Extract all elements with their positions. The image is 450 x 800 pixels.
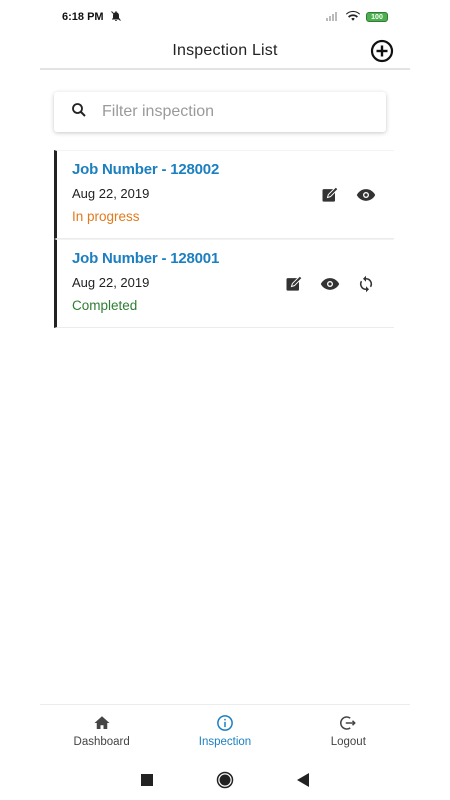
inspection-card[interactable]: Job Number - 128001 Aug 22, 2019 Complet…	[54, 239, 394, 328]
nav-item-inspection[interactable]: Inspection	[170, 713, 280, 748]
search-input[interactable]	[102, 103, 386, 121]
add-inspection-button[interactable]	[370, 39, 394, 63]
card-actions	[320, 185, 376, 205]
inspection-list: Job Number - 128002 Aug 22, 2019 In prog…	[54, 150, 394, 328]
inspection-card[interactable]: Job Number - 128002 Aug 22, 2019 In prog…	[54, 150, 394, 239]
nav-label-dashboard: Dashboard	[73, 736, 130, 748]
page-title: Inspection List	[172, 42, 278, 59]
recents-button[interactable]	[138, 771, 156, 789]
edit-icon[interactable]	[284, 274, 304, 294]
do-not-disturb-icon	[110, 10, 122, 25]
home-icon	[92, 713, 112, 733]
status-left: 6:18 PM	[62, 10, 122, 25]
wifi-icon	[346, 10, 360, 24]
app-bar: Inspection List	[40, 34, 410, 70]
job-status: Completed	[72, 298, 138, 313]
job-title[interactable]: Job Number - 128001	[72, 250, 394, 267]
nav-item-logout[interactable]: Logout	[293, 713, 403, 748]
card-actions	[284, 274, 376, 294]
status-bar: 6:18 PM 100	[0, 0, 450, 34]
job-status: In progress	[72, 209, 140, 224]
job-title[interactable]: Job Number - 128002	[72, 161, 394, 178]
screen: 6:18 PM 100 Inspection List Filter inspe…	[0, 0, 450, 800]
nav-label-logout: Logout	[330, 736, 366, 748]
sync-icon[interactable]	[356, 274, 376, 294]
search-box[interactable]	[54, 92, 386, 132]
system-nav	[0, 760, 450, 800]
back-button[interactable]	[294, 771, 312, 789]
search-icon	[70, 101, 88, 124]
square-icon	[141, 774, 153, 786]
info-icon	[215, 713, 235, 733]
view-icon[interactable]	[320, 274, 340, 294]
bottom-nav: Dashboard Inspection Logout	[40, 704, 410, 756]
view-icon[interactable]	[356, 185, 376, 205]
nav-item-dashboard[interactable]: Dashboard	[47, 713, 157, 748]
status-time: 6:18 PM	[62, 11, 104, 23]
signal-icon	[326, 11, 340, 24]
logout-icon	[338, 713, 358, 733]
status-right: 100	[326, 10, 388, 24]
edit-icon[interactable]	[320, 185, 340, 205]
battery-indicator: 100	[366, 12, 388, 22]
add-circle-icon	[370, 39, 394, 63]
back-triangle-icon	[297, 773, 309, 787]
circle-icon	[216, 771, 234, 789]
nav-label-inspection: Inspection	[198, 736, 252, 748]
home-button[interactable]	[216, 771, 234, 789]
